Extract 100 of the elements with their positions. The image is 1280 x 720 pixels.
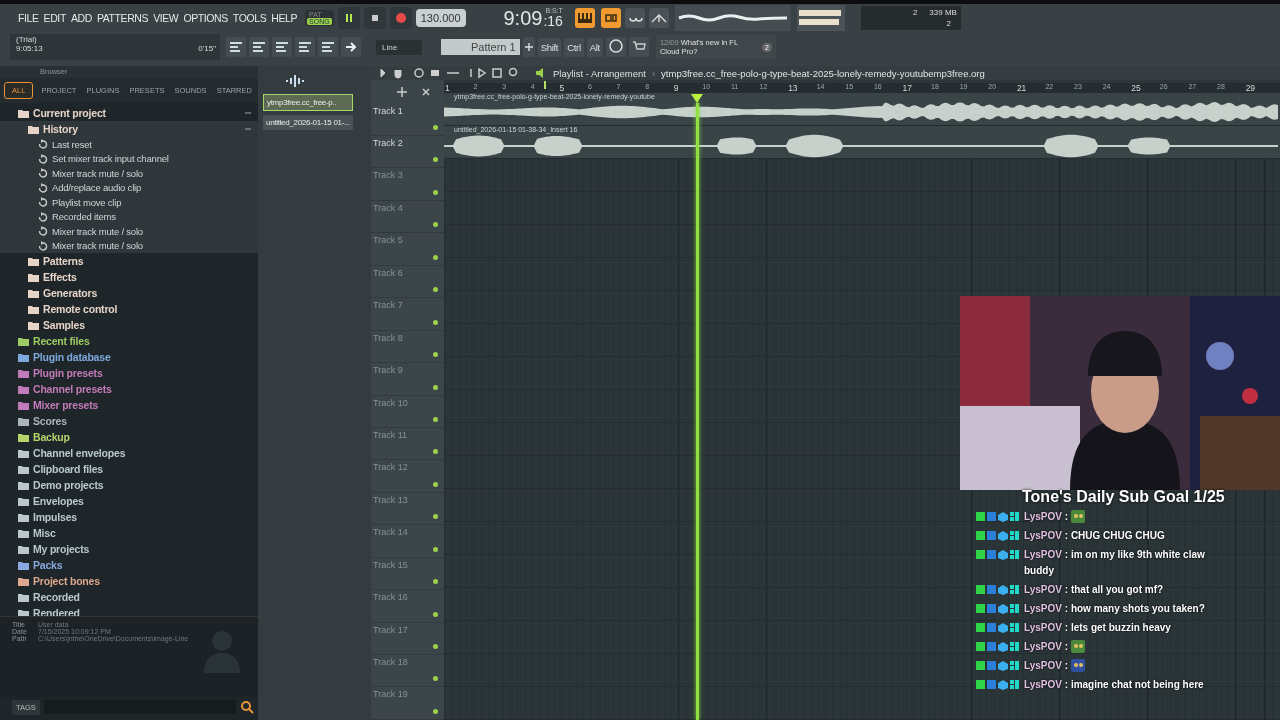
mixer-button[interactable] [318, 37, 338, 57]
dot-icon[interactable] [433, 481, 438, 487]
pattern-selector[interactable]: Pattern 1 [441, 39, 520, 55]
lines-icon [275, 40, 289, 54]
tree-item[interactable]: Remote control [43, 303, 118, 315]
menu-item[interactable]: FILE [18, 12, 39, 24]
browser-button[interactable] [295, 37, 315, 57]
dot-icon[interactable] [433, 644, 438, 649]
pause-button[interactable] [337, 7, 360, 29]
dot-icon[interactable] [433, 579, 438, 585]
hint-title: (Trial) [16, 35, 38, 44]
collapse-icon[interactable] [244, 109, 252, 117]
dot-icon[interactable] [433, 222, 438, 228]
tree-item[interactable]: Mixer presets [33, 399, 99, 411]
menu-item[interactable]: TOOLS [232, 12, 267, 24]
bar-number: 9 [672, 83, 680, 93]
undo-step[interactable]: Last reset [52, 138, 92, 150]
menu-item[interactable]: ADD [70, 12, 92, 24]
tree-item[interactable]: Plugin database [33, 351, 111, 363]
track-name[interactable]: Track 2 [373, 138, 403, 148]
metronome-button[interactable] [600, 8, 621, 28]
menu-item[interactable]: HELP [271, 12, 298, 24]
dot-icon[interactable] [433, 157, 438, 163]
tree-item[interactable]: Samples [43, 319, 85, 331]
dot-icon[interactable] [433, 189, 438, 195]
tree-item[interactable]: Envelopes [33, 495, 84, 507]
dot-icon[interactable] [433, 352, 438, 358]
time-ticks: :16 [543, 14, 563, 29]
undo-step[interactable]: Recorded items [52, 211, 116, 223]
cart-icon [631, 41, 646, 53]
tree-item[interactable]: Generators [43, 287, 98, 299]
dot-icon[interactable] [433, 416, 438, 422]
menu-item[interactable]: EDIT [43, 12, 66, 24]
typing-keyboard-button[interactable] [574, 8, 595, 28]
tree-item[interactable]: Clipboard files [33, 463, 103, 475]
squares-icon [603, 13, 618, 23]
dot-icon[interactable] [433, 449, 438, 455]
menu-item[interactable]: OPTIONS [183, 12, 228, 24]
playlist-button[interactable] [226, 37, 246, 57]
bar-number: 21 [1015, 83, 1028, 93]
tree-item[interactable]: Impulses [33, 511, 77, 523]
chat-badges-drawing [976, 641, 1020, 652]
undo-icon [38, 168, 48, 179]
tree-item[interactable]: Effects [43, 271, 77, 283]
stop-button[interactable] [363, 7, 386, 29]
menu-item[interactable]: PATTERNS [96, 12, 149, 24]
modifier-key-button[interactable]: Shift [537, 37, 562, 57]
level-meter-drawing [796, 5, 845, 31]
time-display: 9:09 [503, 7, 543, 29]
keyboard-icon [577, 13, 592, 23]
feedback-button[interactable] [605, 37, 626, 57]
loop-record-button[interactable] [624, 8, 645, 28]
snap-dropdown[interactable]: Line [376, 39, 422, 55]
next-button[interactable] [341, 37, 361, 57]
dot-icon[interactable] [433, 611, 438, 617]
pitch-button[interactable] [648, 8, 669, 28]
record-button[interactable] [389, 7, 412, 29]
tree-item[interactable]: Recent files [33, 335, 90, 347]
undo-icon [38, 182, 48, 193]
tree-item[interactable]: Backup [33, 431, 70, 443]
bar-number: 17 [901, 83, 913, 93]
tree-item[interactable]: Packs [33, 559, 63, 571]
tree-item[interactable]: My projects [33, 543, 90, 555]
tree-item[interactable]: History [43, 123, 78, 135]
circle-icon [607, 39, 624, 55]
dot-icon[interactable] [433, 254, 438, 260]
menu-item[interactable]: VIEW [153, 12, 179, 24]
tree-item[interactable]: Misc [33, 527, 56, 539]
tree-item[interactable]: Current project [33, 107, 106, 119]
search-icon[interactable] [240, 700, 254, 714]
tree-item[interactable]: Patterns [43, 255, 84, 267]
modifier-key-button[interactable]: Ctrl [564, 37, 584, 57]
dot-icon[interactable] [433, 125, 438, 130]
piano-roll-button[interactable] [272, 37, 292, 57]
tree-item[interactable]: Channel envelopes [33, 447, 126, 459]
tree-item[interactable]: Project bones [33, 575, 100, 587]
clip-source-item[interactable]: ytmp3free.cc_free-p.. [263, 94, 353, 111]
dot-icon[interactable] [433, 546, 438, 552]
channel-rack-button[interactable] [249, 37, 269, 57]
dot-icon[interactable] [433, 676, 438, 682]
tempo-field[interactable]: 130.000 [415, 9, 466, 27]
dot-icon[interactable] [433, 319, 438, 325]
add-pattern-button[interactable] [522, 37, 535, 57]
dot-icon[interactable] [433, 514, 438, 520]
tree-item[interactable]: Scores [33, 415, 67, 427]
tree-item[interactable]: Plugin presets [33, 367, 103, 379]
shop-button[interactable] [628, 37, 649, 57]
tree-item[interactable]: Recorded [33, 591, 80, 603]
elapsed-time: 9:05:13 [16, 44, 43, 53]
undo-icon [38, 139, 48, 150]
chat-message: LysPOV : imagine chat not being here [1024, 678, 1204, 692]
dot-icon[interactable] [433, 287, 438, 293]
tree-item[interactable]: Demo projects [33, 479, 104, 491]
clip-source-item[interactable]: untitled_2026-01-15 01-... [263, 115, 353, 130]
track-name[interactable]: Track 1 [373, 105, 403, 116]
chat-message: LysPOV : how many shots you taken? [1024, 602, 1205, 616]
modifier-key-button[interactable]: Alt [586, 37, 603, 57]
dot-icon[interactable] [433, 384, 438, 390]
tree-item[interactable]: Channel presets [33, 383, 112, 395]
dot-icon[interactable] [433, 708, 438, 714]
